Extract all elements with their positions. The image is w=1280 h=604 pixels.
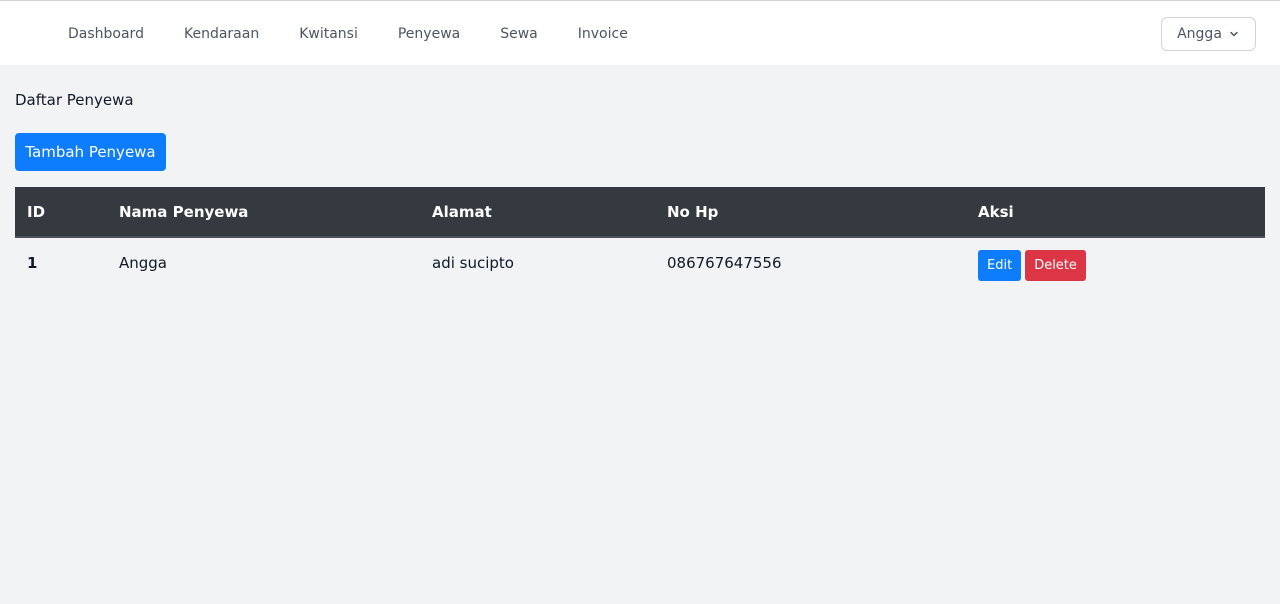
cell-alamat: adi sucipto <box>432 253 514 272</box>
penyewa-table: ID Nama Penyewa Alamat No Hp Aksi 1 Angg… <box>15 187 1265 287</box>
header-nama-penyewa: Nama Penyewa <box>107 187 420 238</box>
delete-button[interactable]: Delete <box>1025 250 1086 281</box>
penyewa-table-wrapper: ID Nama Penyewa Alamat No Hp Aksi 1 Angg… <box>15 187 1265 287</box>
header-id: ID <box>15 187 107 238</box>
page-title: Daftar Penyewa <box>15 91 134 109</box>
header-alamat: Alamat <box>420 187 655 238</box>
nav-item-sewa[interactable]: Sewa <box>500 27 538 41</box>
nav-item-dashboard[interactable]: Dashboard <box>68 27 144 41</box>
user-name: Angga <box>1177 26 1222 42</box>
nav-item-invoice[interactable]: Invoice <box>578 27 628 41</box>
add-penyewa-button[interactable]: Tambah Penyewa <box>15 133 166 171</box>
table-row: 1 Angga adi sucipto 086767647556 Edit Del… <box>15 237 1265 287</box>
nav-links: Dashboard Kendaraan Kwitansi Penyewa Sew… <box>68 1 628 66</box>
nav-item-kendaraan[interactable]: Kendaraan <box>184 27 259 41</box>
nav-item-penyewa[interactable]: Penyewa <box>398 27 460 41</box>
top-navbar: Dashboard Kendaraan Kwitansi Penyewa Sew… <box>0 0 1280 65</box>
chevron-down-icon <box>1228 28 1240 40</box>
table-header: ID Nama Penyewa Alamat No Hp Aksi <box>15 187 1265 238</box>
header-aksi: Aksi <box>966 187 1265 238</box>
user-menu-button[interactable]: Angga <box>1161 17 1256 51</box>
cell-id: 1 <box>27 253 38 272</box>
table-header-row: ID Nama Penyewa Alamat No Hp Aksi <box>15 187 1265 238</box>
header-no-hp: No Hp <box>655 187 966 238</box>
cell-aksi: Edit Delete <box>966 237 1265 287</box>
cell-nama: Angga <box>119 253 168 272</box>
nav-item-kwitansi[interactable]: Kwitansi <box>299 27 358 41</box>
edit-button[interactable]: Edit <box>978 250 1022 281</box>
cell-no-hp: 086767647556 <box>667 253 782 272</box>
